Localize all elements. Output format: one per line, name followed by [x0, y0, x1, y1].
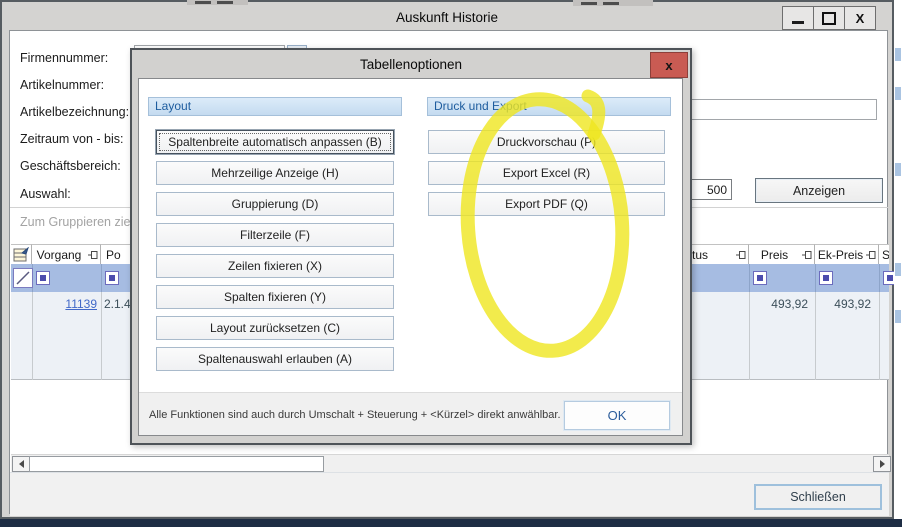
column-header-status[interactable]: tus — [690, 244, 749, 264]
grid-menu-icon — [13, 247, 30, 262]
schliessen-button[interactable]: Schließen — [754, 484, 882, 510]
cell-preis: 493,92 — [749, 297, 808, 311]
label-zeitraum: Zeitraum von - bis: — [20, 132, 124, 146]
filter-icon[interactable] — [36, 271, 50, 285]
gruppierung-button[interactable]: Gruppierung (D) — [156, 192, 394, 216]
mehrzeilige-anzeige-button[interactable]: Mehrzeilige Anzeige (H) — [156, 161, 394, 185]
row-separator — [101, 292, 102, 380]
layout-zuruecksetzen-button[interactable]: Layout zurücksetzen (C) — [156, 316, 394, 340]
scroll-marker — [895, 87, 901, 100]
close-icon: X — [856, 12, 865, 25]
druckvorschau-button[interactable]: Druckvorschau (P) — [428, 130, 665, 154]
dialog-hint-text: Alle Funktionen sind auch durch Umschalt… — [149, 409, 561, 421]
column-label: Po — [106, 245, 121, 265]
column-label: tus — [692, 245, 708, 265]
spaltenauswahl-button[interactable]: Spaltenauswahl erlauben (A) — [156, 347, 394, 371]
vorgang-link[interactable]: 11139 — [32, 297, 97, 311]
maximize-icon — [822, 12, 836, 25]
arrow-left-icon — [19, 460, 24, 468]
label-artikelnummer: Artikelnummer: — [20, 78, 104, 92]
section-header-layout: Layout — [148, 97, 402, 116]
grid-corner-header[interactable] — [11, 244, 32, 264]
column-label: Vorgang — [32, 245, 86, 265]
dialog-close-icon: x — [665, 58, 672, 73]
filter-separator — [101, 264, 102, 292]
dialog-title: Tabellenoptionen — [132, 57, 690, 72]
spalten-fixieren-button[interactable]: Spalten fixieren (Y) — [156, 285, 394, 309]
screen: Auskunft Historie X Firmennummer: Artike… — [0, 0, 902, 527]
column-header-preis[interactable]: Preis — [749, 244, 815, 264]
column-header-truncated[interactable]: S — [879, 244, 889, 264]
dialog-client-area: Layout Druck und Export Spaltenbreite au… — [138, 78, 683, 436]
arrow-right-icon — [880, 460, 885, 468]
filter-icon[interactable] — [753, 271, 767, 285]
filter-separator — [749, 264, 750, 292]
ok-button[interactable]: OK — [564, 401, 670, 430]
label-artikelbezeichnung: Artikelbezeichnung: — [20, 105, 129, 119]
pin-icon[interactable] — [736, 250, 746, 260]
background-window-sliver — [187, 0, 248, 5]
clear-filter-button[interactable] — [13, 268, 33, 288]
dialog-footer: Alle Funktionen sind auch durch Umschalt… — [139, 392, 682, 435]
pin-icon[interactable] — [802, 250, 812, 260]
filter-icon[interactable] — [105, 271, 119, 285]
anzeigen-button[interactable]: Anzeigen — [755, 178, 883, 203]
section-header-druck-export: Druck und Export — [427, 97, 671, 116]
column-label: S — [882, 245, 889, 264]
scroll-marker — [895, 310, 901, 323]
spaltenbreite-button[interactable]: Spaltenbreite automatisch anpassen (B) — [156, 130, 394, 154]
minimize-icon — [792, 21, 804, 24]
tabellenoptionen-dialog: Tabellenoptionen x Layout Druck und Expo… — [130, 48, 692, 445]
cell-ekpreis: 493,92 — [815, 297, 871, 311]
column-header-vorgang[interactable]: Vorgang — [32, 244, 101, 264]
filter-icon[interactable] — [819, 271, 833, 285]
scroll-marker — [895, 263, 901, 276]
clear-filter-icon — [14, 269, 32, 287]
scroll-marker — [895, 163, 901, 176]
pin-icon[interactable] — [866, 250, 876, 260]
group-by-hint: Zum Gruppieren zie — [20, 215, 130, 229]
scroll-right-button[interactable] — [873, 456, 891, 472]
close-button[interactable]: X — [844, 6, 876, 30]
export-pdf-button[interactable]: Export PDF (Q) — [428, 192, 665, 216]
scroll-marker — [895, 48, 901, 61]
filter-separator — [815, 264, 816, 292]
scroll-left-button[interactable] — [12, 456, 30, 472]
window-controls: X — [783, 6, 876, 30]
column-label: Preis — [749, 245, 800, 265]
export-excel-button[interactable]: Export Excel (R) — [428, 161, 665, 185]
label-geschaeftsbereich: Geschäftsbereich: — [20, 159, 121, 173]
filter-separator — [879, 264, 880, 292]
window-title: Auskunft Historie — [2, 10, 892, 25]
filterzeile-button[interactable]: Filterzeile (F) — [156, 223, 394, 247]
zeilen-fixieren-button[interactable]: Zeilen fixieren (X) — [156, 254, 394, 278]
background-edge-strip — [894, 0, 902, 519]
column-label: Ek-Preis — [815, 245, 866, 265]
background-window-sliver — [573, 0, 653, 6]
label-firmennummer: Firmennummer: — [20, 51, 108, 65]
maximize-button[interactable] — [813, 6, 845, 30]
row-separator — [879, 292, 880, 380]
scrollbar-thumb[interactable] — [29, 456, 324, 472]
dialog-close-button[interactable]: x — [650, 52, 688, 78]
column-header-ekpreis[interactable]: Ek-Preis — [815, 244, 879, 264]
pin-icon[interactable] — [88, 250, 98, 260]
minimize-button[interactable] — [782, 6, 814, 30]
label-auswahl: Auswahl: — [20, 187, 71, 201]
